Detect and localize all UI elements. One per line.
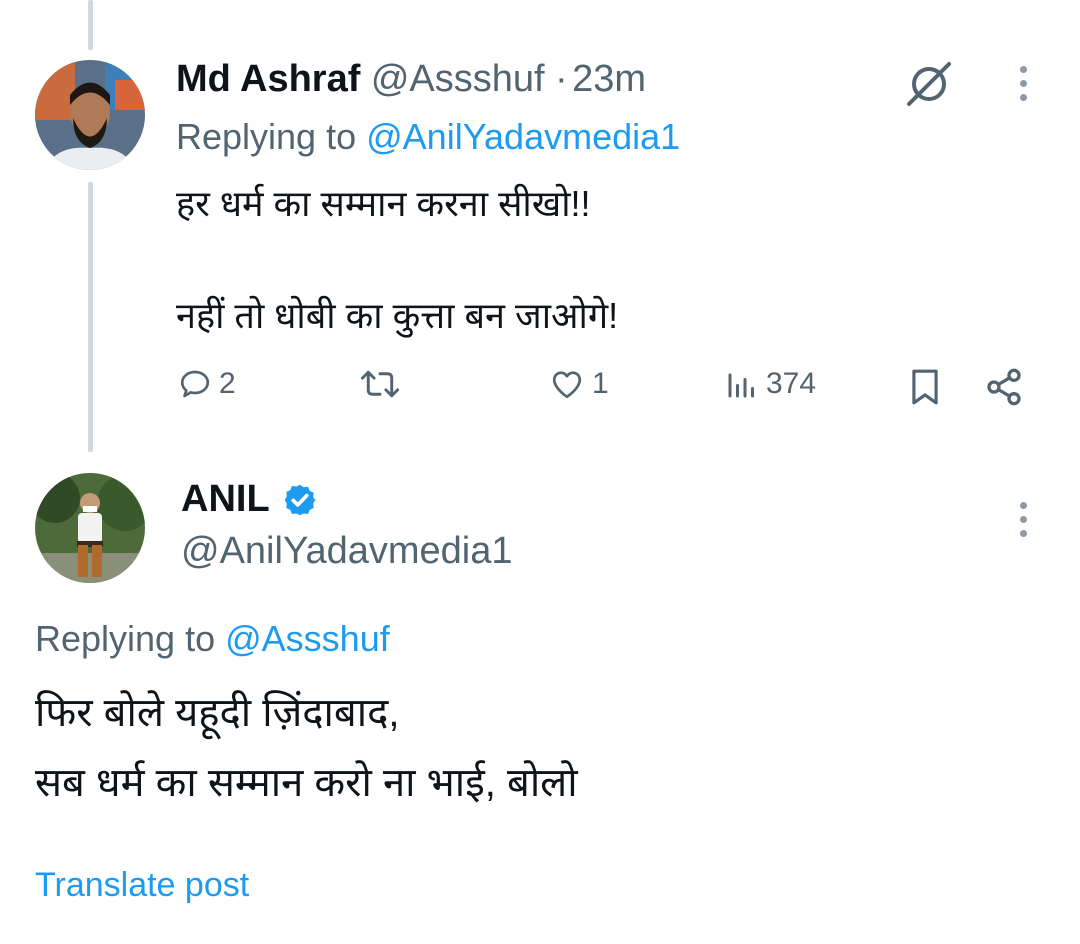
reply-icon	[180, 370, 210, 398]
reply-button[interactable]: 2	[177, 366, 236, 402]
more-icon[interactable]	[1019, 66, 1027, 101]
like-button[interactable]: 1	[548, 366, 609, 402]
retweet-icon	[360, 370, 400, 398]
grok-icon[interactable]	[903, 60, 955, 108]
author-name[interactable]: Md Ashraf	[176, 58, 360, 100]
like-icon	[552, 371, 582, 399]
avatar[interactable]	[35, 473, 145, 583]
like-count: 1	[592, 367, 609, 400]
author-handle[interactable]: @AnilYadavmedia1	[181, 530, 513, 573]
translate-post-link[interactable]: Translate post	[35, 866, 249, 905]
tweet-header: Md Ashraf @Assshuf · 23m	[176, 58, 646, 101]
views-count: 374	[766, 367, 817, 400]
author-name[interactable]: ANIL	[181, 478, 270, 521]
timestamp[interactable]: 23m	[572, 58, 646, 100]
tweet-text: फिर बोले यहूदी ज़िंदाबाद, सब धर्म का सम्…	[35, 691, 578, 805]
separator: ·	[555, 58, 568, 100]
verified-badge-icon	[284, 484, 315, 515]
reply-count: 2	[219, 367, 236, 400]
bookmark-button[interactable]	[906, 366, 944, 413]
tweet-text: हर धर्म का सम्मान करना सीखो!! नहीं तो धो…	[176, 183, 619, 336]
more-icon[interactable]	[1019, 502, 1027, 537]
replying-to-handle[interactable]: @Assshuf	[225, 618, 390, 659]
bookmark-icon	[912, 369, 938, 405]
share-button[interactable]	[984, 366, 1024, 413]
author-handle[interactable]: @Assshuf	[371, 58, 545, 100]
retweet-button[interactable]	[358, 366, 402, 402]
replying-to-prefix: Replying to	[35, 618, 216, 659]
replying-to-prefix: Replying to	[176, 116, 357, 157]
replying-to: Replying to @Assshuf	[35, 618, 390, 660]
thread-line	[88, 182, 93, 452]
replying-to: Replying to @AnilYadavmedia1	[176, 116, 680, 158]
views-button[interactable]: 374	[724, 366, 816, 402]
thread-line	[88, 0, 93, 50]
share-icon	[987, 368, 1021, 406]
avatar[interactable]	[35, 60, 145, 170]
views-icon	[728, 373, 754, 398]
tweet-header: ANIL	[181, 478, 318, 521]
replying-to-handle[interactable]: @AnilYadavmedia1	[366, 116, 680, 157]
